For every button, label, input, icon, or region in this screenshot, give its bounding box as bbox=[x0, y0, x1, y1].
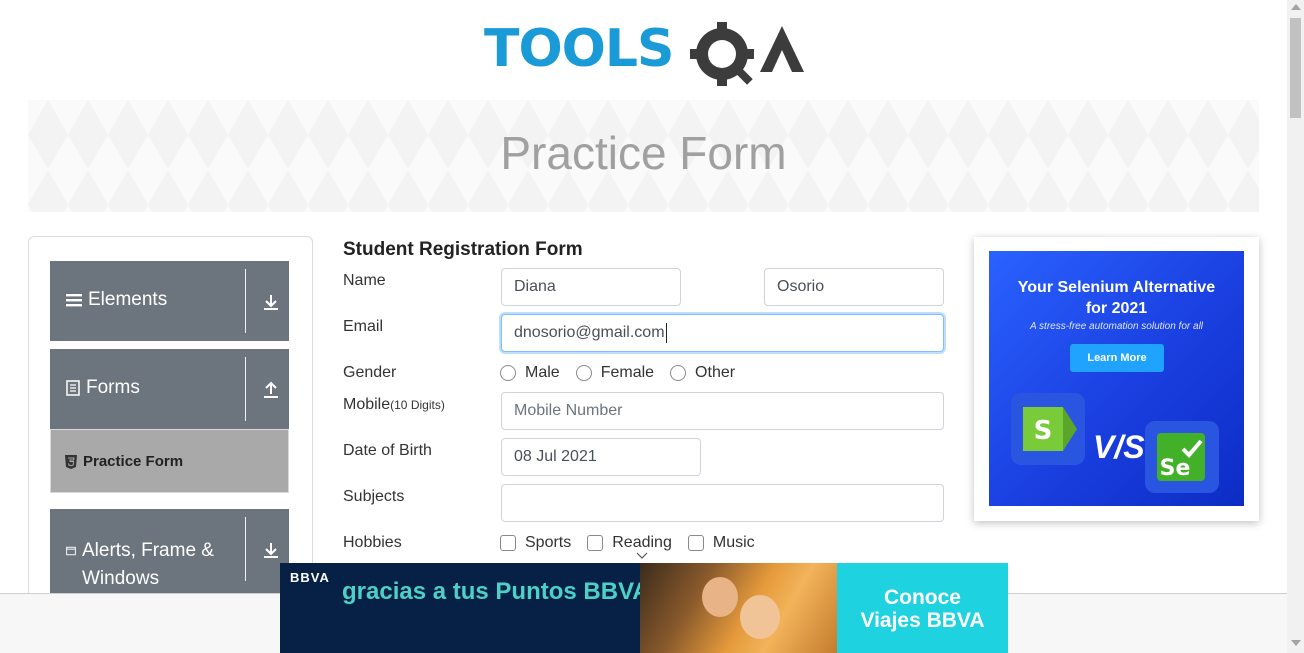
scroll-up-arrow-icon[interactable] bbox=[1291, 4, 1301, 10]
sidebar-advertisement[interactable]: Your Selenium Alternative for 2021 A str… bbox=[974, 237, 1259, 521]
hobbies-options: Sports Reading Music bbox=[500, 534, 771, 552]
document-icon bbox=[66, 380, 80, 396]
gender-female-label[interactable]: Female bbox=[601, 364, 654, 382]
svg-text:S: S bbox=[1034, 416, 1053, 446]
window-icon bbox=[66, 546, 76, 556]
collapse-chevron-icon[interactable] bbox=[636, 552, 648, 559]
radio-button[interactable] bbox=[575, 365, 592, 381]
mobile-hint: (10 Digits) bbox=[390, 398, 445, 412]
hobby-music-label[interactable]: Music bbox=[713, 534, 755, 552]
sidebar-item-label-wrap: Practice Form bbox=[65, 453, 183, 470]
last-name-input[interactable]: Osorio bbox=[764, 268, 944, 306]
ad-vs-text: V/S bbox=[1093, 429, 1145, 465]
bbva-advertisement[interactable]: BBVA gracias a tus Puntos BBVA Conoce Vi… bbox=[280, 563, 1008, 653]
bbva-cta-line1: Conoce bbox=[883, 586, 961, 609]
sidebar-group-forms-label: Forms bbox=[86, 377, 140, 398]
page-title: Practice Form bbox=[500, 127, 787, 179]
gender-options: Male Female Other bbox=[500, 364, 751, 382]
vertical-scrollbar[interactable] bbox=[1287, 0, 1304, 653]
hobby-music-option[interactable]: Music bbox=[687, 534, 755, 552]
checkbox[interactable] bbox=[500, 535, 516, 551]
sidebar-group-elements-label: Elements bbox=[88, 289, 168, 310]
svg-text:Se: Se bbox=[1160, 456, 1191, 481]
first-name-input[interactable]: Diana bbox=[501, 268, 681, 306]
selenium-logo: Se bbox=[1145, 421, 1219, 493]
sidebar-group-label: Forms bbox=[66, 377, 140, 399]
ad-creative[interactable]: Your Selenium Alternative for 2021 A str… bbox=[989, 251, 1244, 506]
sidebar: Elements Forms Practice Form Alerts, Fra… bbox=[28, 236, 313, 606]
email-label: Email bbox=[343, 318, 384, 335]
name-label: Name bbox=[343, 272, 386, 289]
sidebar-group-label: Alerts, Frame & Windows bbox=[66, 537, 216, 593]
divider bbox=[245, 357, 246, 421]
person-image bbox=[702, 577, 738, 617]
download-arrow-icon[interactable] bbox=[262, 541, 280, 559]
email-input[interactable]: dnosorio@gmail.com bbox=[501, 314, 944, 352]
sidebar-group-label: Elements bbox=[66, 289, 167, 311]
mobile-label: Mobile(10 Digits) bbox=[343, 396, 445, 414]
sidebar-group-alerts-label: Alerts, Frame & Windows bbox=[82, 540, 214, 589]
form-title: Student Registration Form bbox=[343, 239, 583, 260]
gender-label: Gender bbox=[343, 364, 397, 381]
hobby-sports-option[interactable]: Sports bbox=[500, 534, 571, 552]
sidebar-item-practice-form-label: Practice Form bbox=[83, 453, 184, 470]
radio-button[interactable] bbox=[670, 365, 687, 381]
radio-button[interactable] bbox=[500, 365, 516, 381]
mobile-input[interactable]: Mobile Number bbox=[501, 392, 944, 430]
sidebar-group-forms[interactable]: Forms bbox=[50, 349, 289, 429]
dob-label: Date of Birth bbox=[343, 442, 432, 459]
person-image bbox=[740, 595, 780, 639]
hobby-reading-label[interactable]: Reading bbox=[612, 534, 672, 552]
svg-text:TOOLS: TOOLS bbox=[484, 19, 673, 79]
checkbox[interactable] bbox=[587, 535, 604, 551]
katalon-logo: S bbox=[1011, 393, 1085, 465]
divider bbox=[245, 517, 246, 581]
email-value: dnosorio@gmail.com bbox=[514, 324, 665, 341]
subjects-label: Subjects bbox=[343, 488, 405, 505]
sidebar-group-alerts[interactable]: Alerts, Frame & Windows bbox=[50, 509, 289, 605]
bbva-photo bbox=[640, 563, 837, 653]
gender-female-option[interactable]: Female bbox=[575, 364, 654, 382]
text-caret bbox=[665, 323, 667, 343]
mobile-label-text: Mobile bbox=[343, 396, 391, 413]
ad-learn-more-button[interactable]: Learn More bbox=[1070, 344, 1164, 372]
gender-male-label[interactable]: Male bbox=[525, 364, 560, 382]
bbva-logo: BBVA bbox=[290, 570, 330, 585]
download-arrow-icon[interactable] bbox=[262, 293, 280, 311]
ad-headline: Your Selenium Alternative for 2021 bbox=[1017, 279, 1216, 317]
gender-other-option[interactable]: Other bbox=[670, 364, 735, 382]
bbva-cta-button[interactable]: Conoce Viajes BBVA bbox=[837, 563, 1008, 653]
hobby-reading-option[interactable]: Reading bbox=[587, 534, 672, 552]
bbva-cta-line2: Viajes BBVA bbox=[860, 609, 985, 632]
sidebar-item-practice-form[interactable]: Practice Form bbox=[50, 429, 289, 493]
divider bbox=[245, 269, 246, 333]
page-banner: Practice Form bbox=[28, 100, 1259, 212]
subjects-input[interactable] bbox=[501, 484, 944, 522]
gender-male-option[interactable]: Male bbox=[500, 364, 560, 382]
scroll-down-arrow-icon[interactable] bbox=[1291, 640, 1301, 646]
bbva-slogan: gracias a tus Puntos BBVA bbox=[342, 578, 650, 605]
ad-subline: A stress-free automation solution for al… bbox=[1029, 321, 1204, 332]
menu-icon bbox=[66, 294, 82, 307]
html5-icon bbox=[65, 454, 77, 469]
hobby-sports-label[interactable]: Sports bbox=[525, 534, 571, 552]
gender-other-label[interactable]: Other bbox=[695, 364, 735, 382]
katalon-logo-icon: S bbox=[1023, 407, 1077, 451]
checkbox[interactable] bbox=[687, 535, 704, 551]
date-of-birth-input[interactable]: 08 Jul 2021 bbox=[501, 438, 701, 476]
hobbies-label: Hobbies bbox=[343, 534, 402, 551]
toolsqa-logo[interactable]: TOOLS bbox=[484, 14, 808, 92]
scroll-thumb[interactable] bbox=[1290, 18, 1301, 118]
upload-arrow-icon[interactable] bbox=[262, 381, 280, 399]
sidebar-group-elements[interactable]: Elements bbox=[50, 261, 289, 341]
selenium-logo-icon: Se bbox=[1157, 433, 1205, 481]
